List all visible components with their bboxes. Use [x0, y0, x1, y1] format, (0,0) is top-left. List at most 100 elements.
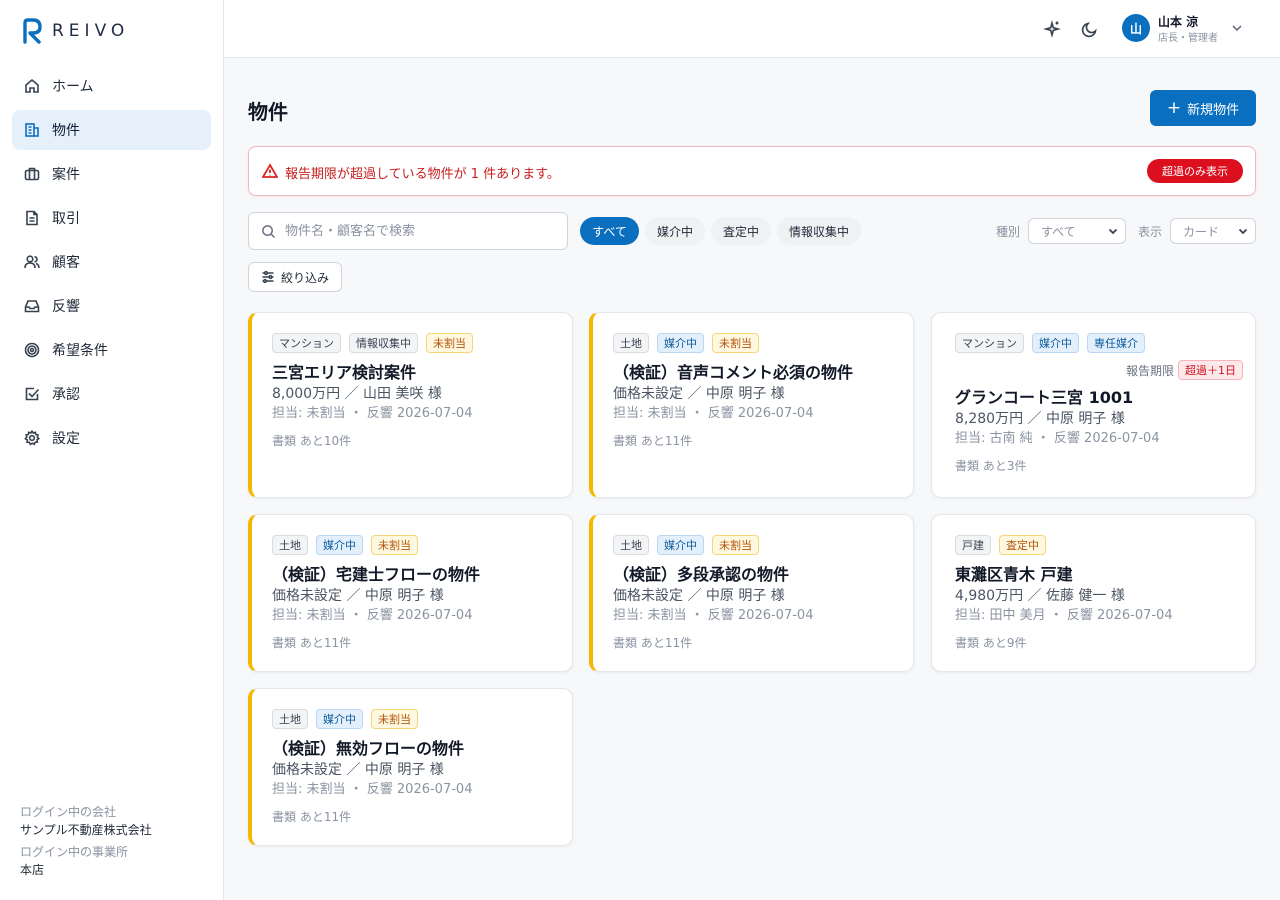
deadline-label: 報告期限	[1125, 363, 1174, 378]
card-price-customer: 価格未設定 ／ 中原 明子 様	[613, 588, 785, 604]
moon-icon[interactable]	[1080, 19, 1100, 39]
tag-assignment: 未割当	[712, 535, 759, 555]
tag-contract-type: 専任媒介	[1087, 333, 1145, 353]
alert-message: 報告期限が超過している物件が 1 件あります。	[285, 167, 560, 182]
card-meta: 担当: 未割当 ・ 反響 2026-07-04	[613, 608, 814, 623]
card-title: グランコート三宮 1001	[955, 388, 1134, 407]
search-icon	[262, 225, 276, 239]
tag-status: 情報収集中	[349, 333, 418, 353]
card-price-customer: 価格未設定 ／ 中原 明子 様	[272, 762, 444, 778]
gear-icon	[24, 430, 40, 446]
tag-property-type: 戸建	[955, 535, 991, 555]
sidebar-item-properties[interactable]: 物件	[12, 110, 211, 150]
sidebar-nav: ホーム 物件 案件 取引 顧客 反響 希望条件 承認 設定	[12, 66, 211, 462]
chevron-down-icon	[1238, 228, 1248, 235]
report-deadline: 報告期限 超過＋1日	[955, 359, 1243, 381]
sidebar-item-approvals[interactable]: 承認	[12, 374, 211, 414]
card-title: （検証）無効フローの物件	[272, 739, 465, 758]
user-name[interactable]: 山本 涼	[1158, 13, 1198, 30]
card-meta: 担当: 未割当 ・ 反響 2026-07-04	[272, 782, 473, 797]
brand-logo[interactable]: REIVO	[22, 17, 129, 45]
brand-name: REIVO	[52, 21, 130, 41]
property-card[interactable]: 土地 媒介中 未割当 （検証）音声コメント必須の物件 価格未設定 ／ 中原 明子…	[589, 312, 914, 498]
logo-mark-icon	[23, 18, 42, 44]
card-documents: 書類 あと3件	[955, 459, 1027, 473]
building-icon	[24, 122, 40, 138]
user-avatar[interactable]: 山	[1122, 14, 1150, 42]
sparkle-icon[interactable]	[1042, 19, 1062, 39]
card-title: （検証）宅建士フローの物件	[272, 565, 481, 584]
sidebar-item-customers[interactable]: 顧客	[12, 242, 211, 282]
sidebar-item-transactions[interactable]: 取引	[12, 198, 211, 238]
view-select[interactable]: カード	[1170, 218, 1256, 244]
card-meta: 担当: 未割当 ・ 反響 2026-07-04	[613, 406, 814, 421]
sidebar-item-label: 承認	[52, 387, 80, 403]
search-box[interactable]	[248, 212, 568, 250]
view-select-label: 表示	[1138, 225, 1163, 239]
property-card[interactable]: 土地 媒介中 未割当 （検証）多段承認の物件 価格未設定 ／ 中原 明子 様 担…	[589, 514, 914, 672]
chevron-down-icon[interactable]	[1230, 20, 1246, 36]
show-overdue-only-button[interactable]: 超過のみ表示	[1147, 159, 1243, 183]
sidebar-item-home[interactable]: ホーム	[12, 66, 211, 106]
check-square-icon	[24, 386, 40, 402]
overdue-alert: 報告期限が超過している物件が 1 件あります。 超過のみ表示	[248, 146, 1256, 196]
company-label: ログイン中の会社	[20, 805, 117, 819]
new-property-button[interactable]: + 新規物件	[1150, 90, 1256, 126]
card-tags: 土地 媒介中 未割当	[613, 535, 901, 555]
sidebar-item-label: 設定	[52, 431, 80, 447]
card-price-customer: 4,980万円 ／ 佐藤 健一 様	[955, 588, 1125, 604]
search-input[interactable]	[285, 213, 561, 249]
narrow-down-button[interactable]: 絞り込み	[248, 262, 342, 292]
card-price-customer: 価格未設定 ／ 中原 明子 様	[272, 588, 444, 604]
filter-chip-all[interactable]: すべて	[580, 217, 639, 245]
login-info: ログイン中の会社 サンプル不動産株式会社 ログイン中の事業所 本店	[20, 804, 152, 884]
filter-chip-brokerage[interactable]: 媒介中	[645, 217, 705, 245]
sidebar-item-settings[interactable]: 設定	[12, 418, 211, 458]
property-card[interactable]: マンション 情報収集中 未割当 三宮エリア検討案件 8,000万円 ／ 山田 美…	[248, 312, 573, 498]
card-tags: 土地 媒介中 未割当	[272, 709, 560, 729]
filter-chip-info-gathering[interactable]: 情報収集中	[777, 217, 861, 245]
filter-chip-appraisal[interactable]: 査定中	[711, 217, 771, 245]
tag-assignment: 未割当	[712, 333, 759, 353]
sidebar-item-label: 物件	[52, 123, 80, 139]
card-tags: 戸建 査定中	[955, 535, 1243, 555]
property-card[interactable]: マンション 媒介中 専任媒介 報告期限 超過＋1日 グランコート三宮 1001 …	[931, 312, 1256, 498]
tag-assignment: 未割当	[371, 535, 418, 555]
card-meta: 担当: 田中 美月 ・ 反響 2026-07-04	[955, 608, 1173, 623]
card-meta: 担当: 未割当 ・ 反響 2026-07-04	[272, 608, 473, 623]
property-card[interactable]: 土地 媒介中 未割当 （検証）宅建士フローの物件 価格未設定 ／ 中原 明子 様…	[248, 514, 573, 672]
card-documents: 書類 あと11件	[613, 434, 693, 448]
card-meta: 担当: 古南 純 ・ 反響 2026-07-04	[955, 431, 1160, 446]
sidebar: REIVO ホーム 物件 案件 取引 顧客 反響 希望条件 承認 設定 ログイン…	[0, 0, 224, 900]
sidebar-item-cases[interactable]: 案件	[12, 154, 211, 194]
property-card[interactable]: 戸建 査定中 東灘区青木 戸建 4,980万円 ／ 佐藤 健一 様 担当: 田中…	[931, 514, 1256, 672]
card-documents: 書類 あと11件	[272, 636, 352, 650]
property-card[interactable]: 土地 媒介中 未割当 （検証）無効フローの物件 価格未設定 ／ 中原 明子 様 …	[248, 688, 573, 846]
company-name: サンプル不動産株式会社	[20, 823, 152, 837]
tag-assignment: 未割当	[371, 709, 418, 729]
sidebar-item-label: 反響	[52, 299, 80, 315]
type-select[interactable]: すべて	[1028, 218, 1126, 244]
home-icon	[24, 78, 40, 94]
card-price-customer: 8,000万円 ／ 山田 美咲 様	[272, 386, 442, 402]
card-tags: マンション 媒介中 専任媒介	[955, 333, 1243, 353]
card-tags: マンション 情報収集中 未割当	[272, 333, 560, 353]
sidebar-item-label: 顧客	[52, 255, 80, 271]
user-role: 店長・管理者	[1158, 33, 1218, 44]
card-tags: 土地 媒介中 未割当	[272, 535, 560, 555]
office-name: 本店	[20, 863, 45, 877]
chevron-down-icon	[1108, 228, 1118, 235]
sliders-icon	[262, 270, 274, 284]
tag-status: 査定中	[999, 535, 1046, 555]
users-icon	[24, 254, 40, 270]
sidebar-item-responses[interactable]: 反響	[12, 286, 211, 326]
type-select-label: 種別	[996, 225, 1021, 239]
sidebar-item-preferences[interactable]: 希望条件	[12, 330, 211, 370]
tag-property-type: 土地	[613, 333, 649, 353]
sidebar-item-label: 取引	[52, 211, 80, 227]
card-price-customer: 8,280万円 ／ 中原 明子 様	[955, 411, 1125, 427]
tag-status: 媒介中	[316, 709, 363, 729]
tag-assignment: 未割当	[426, 333, 473, 353]
page-title: 物件	[248, 100, 288, 124]
card-title: 三宮エリア検討案件	[272, 363, 417, 382]
